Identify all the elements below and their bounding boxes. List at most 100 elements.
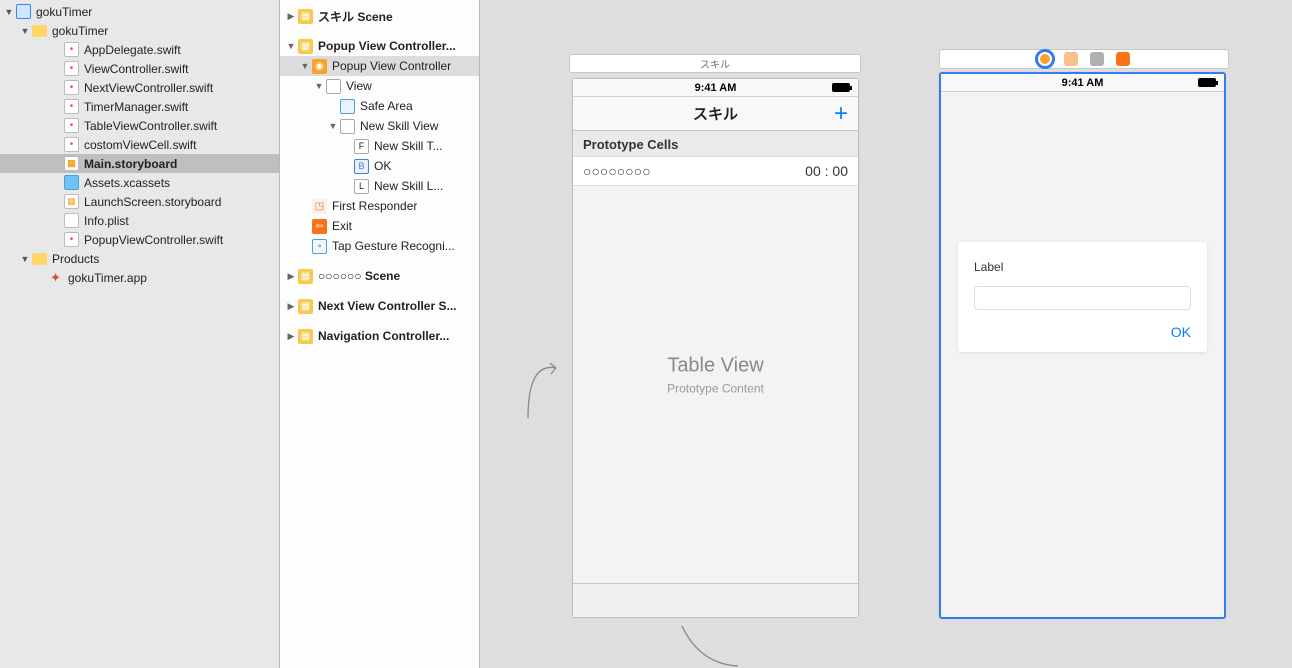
disclosure-icon[interactable]: ▼ — [4, 7, 14, 17]
battery-icon — [1198, 78, 1216, 87]
nav-row-file[interactable]: ▶ gokuTimer.app — [0, 268, 279, 287]
scene-title-text: スキル — [700, 56, 730, 71]
tab-bar — [573, 583, 858, 617]
popup-textfield[interactable] — [974, 286, 1191, 310]
nav-row-file[interactable]: ▶ Assets.xcassets — [0, 173, 279, 192]
disclosure-icon[interactable]: ▼ — [328, 121, 338, 131]
status-time: 9:41 AM — [695, 82, 737, 94]
exit-icon — [312, 219, 327, 234]
dock-firstresponder-icon[interactable] — [1064, 52, 1078, 66]
disclosure-icon[interactable]: ▶ — [286, 331, 296, 342]
nav-label: NextViewController.swift — [84, 81, 213, 95]
nav-row-file-selected[interactable]: ▶ Main.storyboard — [0, 154, 279, 173]
app-icon — [48, 270, 63, 285]
outline-viewcontroller[interactable]: ▼ Popup View Controller — [280, 56, 479, 76]
outline-label-node[interactable]: ▶ New Skill L... — [280, 176, 479, 196]
nav-row-file[interactable]: ▶ PopupViewController.swift — [0, 230, 279, 249]
outline-firstresponder[interactable]: ▶ First Responder — [280, 196, 479, 216]
tapgesture-icon — [312, 239, 327, 254]
outline-label: New Skill T... — [374, 139, 442, 153]
viewcontroller-icon — [312, 59, 327, 74]
scene-icon — [298, 9, 313, 24]
folder-icon — [32, 25, 47, 37]
outline-button[interactable]: ▶ OK — [280, 156, 479, 176]
nav-label: LaunchScreen.storyboard — [84, 195, 221, 209]
scene-skill[interactable]: 9:41 AM スキル + Prototype Cells ○○○○○○○○ 0… — [572, 78, 859, 618]
disclosure-icon[interactable]: ▶ — [286, 301, 296, 312]
outline-view[interactable]: ▼ View — [280, 76, 479, 96]
outline-label: New Skill View — [360, 119, 438, 133]
outline-tapgesture[interactable]: ▶ Tap Gesture Recogni... — [280, 236, 479, 256]
nav-row-file[interactable]: ▶ AppDelegate.swift — [0, 40, 279, 59]
popup-card[interactable]: Label OK — [958, 242, 1207, 352]
outline-scene[interactable]: ▶ Next View Controller S... — [280, 296, 479, 316]
nav-row-file[interactable]: ▶ NextViewController.swift — [0, 78, 279, 97]
nav-row-file[interactable]: ▶ TableViewController.swift — [0, 116, 279, 135]
outline-scene[interactable]: ▶ ○○○○○○ Scene — [280, 266, 479, 286]
segue-arrow-icon — [526, 360, 566, 420]
assets-icon — [64, 175, 79, 190]
project-navigator[interactable]: ▼ gokuTimer ▼ gokuTimer ▶ AppDelegate.sw… — [0, 0, 280, 668]
disclosure-icon[interactable]: ▼ — [20, 26, 30, 36]
nav-row-file[interactable]: ▶ costomViewCell.swift — [0, 135, 279, 154]
ok-button[interactable]: OK — [974, 324, 1191, 340]
ib-canvas[interactable]: スキル 9:41 AM スキル + Prototype Cells ○○○○○○… — [480, 0, 1292, 668]
nav-row-file[interactable]: ▶ ViewController.swift — [0, 59, 279, 78]
outline-scene[interactable]: ▼ Popup View Controller... — [280, 36, 479, 56]
dock-exit-icon[interactable] — [1090, 52, 1104, 66]
nav-row-file[interactable]: ▶ TimerManager.swift — [0, 97, 279, 116]
prototype-cell[interactable]: ○○○○○○○○ 00 : 00 — [573, 157, 858, 186]
disclosure-icon[interactable]: ▶ — [286, 11, 296, 22]
nav-label: PopupViewController.swift — [84, 233, 223, 247]
status-time: 9:41 AM — [1062, 77, 1104, 89]
view-icon — [340, 119, 355, 134]
document-outline[interactable]: ▶ スキル Scene ▼ Popup View Controller... ▼… — [280, 0, 480, 668]
swift-icon — [64, 137, 79, 152]
button-icon — [354, 159, 369, 174]
outline-label: スキル Scene — [318, 8, 393, 25]
disclosure-icon[interactable]: ▼ — [300, 61, 310, 71]
project-icon — [16, 4, 31, 19]
outline-view[interactable]: ▼ New Skill View — [280, 116, 479, 136]
storyboard-icon — [64, 194, 79, 209]
nav-label: gokuTimer — [36, 5, 92, 19]
disclosure-icon[interactable]: ▶ — [286, 271, 296, 282]
outline-exit[interactable]: ▶ Exit — [280, 216, 479, 236]
nav-row-folder[interactable]: ▼ gokuTimer — [0, 21, 279, 40]
dock-vc-icon[interactable] — [1038, 52, 1052, 66]
outline-scene[interactable]: ▶ スキル Scene — [280, 6, 479, 26]
scene-title-bar[interactable]: スキル — [569, 54, 861, 73]
outline-label: Exit — [332, 219, 352, 233]
textfield-icon — [354, 139, 369, 154]
nav-row-file[interactable]: ▶ Info.plist — [0, 211, 279, 230]
disclosure-icon[interactable]: ▼ — [314, 81, 324, 91]
nav-label: costomViewCell.swift — [84, 138, 196, 152]
dock-tapgesture-icon[interactable] — [1116, 52, 1130, 66]
safearea-icon — [340, 99, 355, 114]
disclosure-icon[interactable]: ▼ — [286, 41, 296, 51]
label-icon — [354, 179, 369, 194]
disclosure-icon[interactable]: ▼ — [20, 254, 30, 264]
placeholder-sub: Prototype Content — [573, 381, 858, 395]
segue-arrow-icon — [680, 624, 740, 668]
firstresponder-icon — [312, 199, 327, 214]
outline-label: Popup View Controller... — [318, 39, 456, 53]
view-icon — [326, 79, 341, 94]
outline-textfield[interactable]: ▶ New Skill T... — [280, 136, 479, 156]
navigation-bar: スキル + — [573, 97, 858, 131]
nav-label: Main.storyboard — [84, 157, 177, 171]
swift-icon — [64, 118, 79, 133]
scene-popup[interactable]: 9:41 AM Label OK — [939, 72, 1226, 619]
nav-label: TableViewController.swift — [84, 119, 217, 133]
nav-row-project[interactable]: ▼ gokuTimer — [0, 2, 279, 21]
outline-scene[interactable]: ▶ Navigation Controller... — [280, 326, 479, 346]
plist-icon — [64, 213, 79, 228]
outline-label: New Skill L... — [374, 179, 443, 193]
outline-label: First Responder — [332, 199, 417, 213]
nav-row-file[interactable]: ▶ LaunchScreen.storyboard — [0, 192, 279, 211]
nav-row-folder[interactable]: ▼ Products — [0, 249, 279, 268]
nav-label: Info.plist — [84, 214, 129, 228]
add-button[interactable]: + — [834, 102, 848, 126]
scene-dock[interactable] — [939, 49, 1229, 69]
outline-safearea[interactable]: ▶ Safe Area — [280, 96, 479, 116]
